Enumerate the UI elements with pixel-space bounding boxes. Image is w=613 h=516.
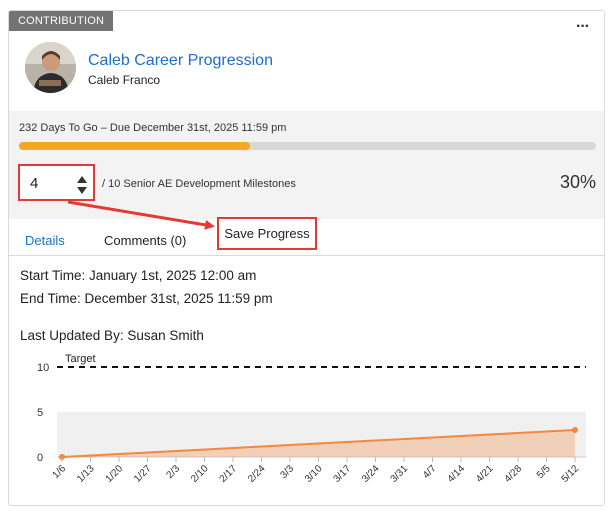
chart-y-tick-label: 0 xyxy=(37,452,43,464)
stepper-value[interactable]: 4 xyxy=(30,175,38,192)
chart-x-tick-label: 1/6 xyxy=(51,463,69,481)
chart-x-tick-label: 1/13 xyxy=(75,463,97,485)
end-time: End Time: December 31st, 2025 11:59 pm xyxy=(20,291,273,306)
chart-x-tick-label: 3/17 xyxy=(332,463,354,485)
last-updated-by: Last Updated By: Susan Smith xyxy=(20,328,204,343)
chart-x-tick-label: 4/14 xyxy=(446,463,468,485)
progress-stepper[interactable]: 4 xyxy=(18,164,95,201)
contribution-card: CONTRIBUTION ··· Caleb Career Progressio… xyxy=(8,10,605,506)
contribution-tag: CONTRIBUTION xyxy=(9,11,114,31)
progress-section: 232 Days To Go – Due December 31st, 2025… xyxy=(9,111,604,219)
chart-y-tick-label: 5 xyxy=(37,407,43,419)
stepper-down-icon[interactable] xyxy=(77,187,87,194)
chart-x-tick-label: 2/3 xyxy=(165,463,183,481)
chart-x-tick-label: 4/28 xyxy=(503,463,525,485)
chart-x-tick-label: 5/5 xyxy=(535,463,553,481)
chart-point xyxy=(572,427,578,433)
save-progress-button[interactable]: Save Progress xyxy=(217,217,317,250)
due-date-text: 232 Days To Go – Due December 31st, 2025… xyxy=(19,122,287,134)
chart-x-tick-label: 4/21 xyxy=(474,463,496,485)
progress-percent: 30% xyxy=(559,172,596,192)
chart-x-tick-label: 1/20 xyxy=(104,463,126,485)
chart-x-tick-label: 3/24 xyxy=(360,463,382,485)
chart-x-tick-label: 5/12 xyxy=(560,463,582,485)
tab-details[interactable]: Details xyxy=(25,233,65,248)
chart-x-tick-label: 4/7 xyxy=(421,463,439,481)
chart-x-tick-label: 2/17 xyxy=(218,463,240,485)
chart-x-tick-label: 2/24 xyxy=(246,463,268,485)
goal-owner: Caleb Franco xyxy=(88,73,161,87)
avatar xyxy=(25,42,76,93)
ellipsis-icon[interactable]: ··· xyxy=(576,19,590,35)
chart-x-tick-label: 1/27 xyxy=(132,463,154,485)
milestone-total-text: / 10 Senior AE Development Milestones xyxy=(102,178,296,190)
chart-target-label: Target xyxy=(65,353,96,365)
chart-x-tick-label: 3/10 xyxy=(303,463,325,485)
chart-y-tick-label: 10 xyxy=(37,362,49,374)
stepper-up-icon[interactable] xyxy=(77,176,87,183)
start-time: Start Time: January 1st, 2025 12:00 am xyxy=(20,268,257,283)
tab-comments[interactable]: Comments (0) xyxy=(104,233,186,248)
progress-chart: 0 5 10 Target 1/6 1/13 1/20 1/27 2/3 2/10 2/17 2/24… xyxy=(37,353,586,485)
progress-bar xyxy=(19,142,596,150)
goal-title[interactable]: Caleb Career Progression xyxy=(88,52,273,70)
progress-bar-fill xyxy=(19,142,250,150)
chart-x-tick-label: 3/3 xyxy=(279,463,297,481)
chart-x-tick-label: 2/10 xyxy=(189,463,211,485)
chart-x-tick-label: 3/31 xyxy=(389,463,411,485)
